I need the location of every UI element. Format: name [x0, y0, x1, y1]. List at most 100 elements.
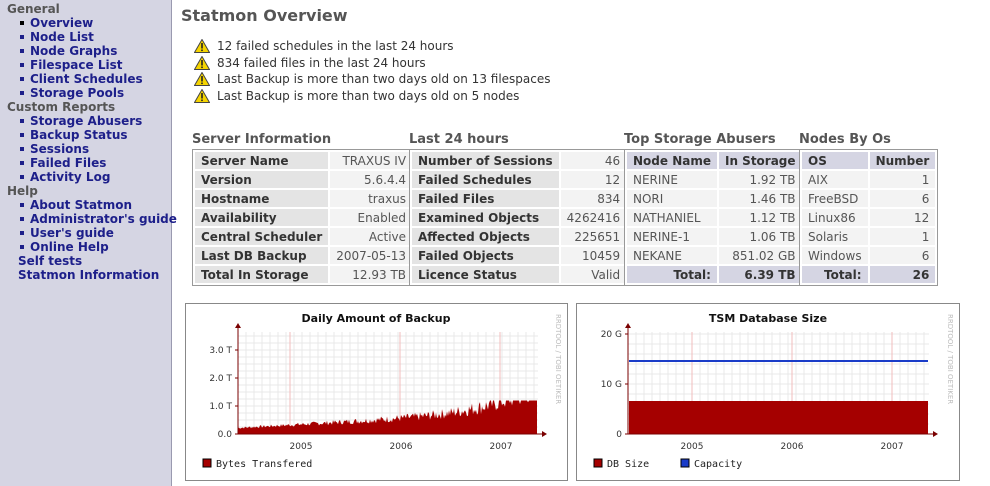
nav-item-overview[interactable]: Overview	[7, 16, 143, 30]
row-label: FreeBSD	[802, 190, 868, 207]
nav-item-node-graphs[interactable]: Node Graphs	[7, 44, 143, 58]
row-label: Examined Objects	[412, 209, 559, 226]
row-value: 6	[869, 190, 936, 207]
table-row: Central Scheduler Active	[195, 228, 413, 245]
nav-link-overview[interactable]: Overview	[30, 16, 93, 30]
table-row: FreeBSD 6	[802, 190, 936, 207]
nav-item-backup-status[interactable]: Backup Status	[7, 128, 142, 142]
nav-link-statmon-information[interactable]: Statmon Information	[18, 268, 159, 282]
alert-item: 12 failed schedules in the last 24 hours	[193, 38, 551, 55]
nav-group-help: Help About Statmon Administrator's guide U…	[7, 184, 177, 254]
nav-link-sessions[interactable]: Sessions	[30, 142, 89, 156]
warning-icon	[194, 39, 210, 53]
row-label: NERINE	[627, 171, 717, 188]
row-label: Failed Files	[412, 190, 559, 207]
table-header-row: OS Number	[802, 152, 936, 169]
last-24-hours-table: Number of Sessions 46 Failed Schedules 12 Fa…	[409, 149, 630, 286]
last-24-hours-panel: Last 24 hours Number of Sessions 46 Failed…	[409, 133, 630, 286]
table-row: Examined Objects 4262416	[412, 209, 627, 226]
nav-link-online-help[interactable]: Online Help	[30, 240, 109, 254]
total-value: 26	[869, 266, 936, 283]
nav-item-client-schedules[interactable]: Client Schedules	[7, 72, 143, 86]
nav-link-administrator-s-guide[interactable]: Administrator's guide	[30, 212, 177, 226]
nav-item-failed-files[interactable]: Failed Files	[7, 156, 142, 170]
nav-link-client-schedules[interactable]: Client Schedules	[30, 72, 143, 86]
column-header: In Storage	[718, 152, 802, 169]
nav-item-node-list[interactable]: Node List	[7, 30, 143, 44]
row-label: Number of Sessions	[412, 152, 559, 169]
table-row: Failed Schedules 12	[412, 171, 627, 188]
nav-link-filespace-list[interactable]: Filespace List	[30, 58, 122, 72]
row-value: 1.92 TB	[718, 171, 802, 188]
y-tick-label: 0	[616, 430, 622, 440]
tsm-database-size-chart-title: TSM Database Size	[709, 312, 827, 325]
nodes-by-os-title: Nodes By Os	[799, 132, 891, 147]
nav-item-online-help[interactable]: Online Help	[7, 240, 177, 254]
tsm-database-size-chart: TSM Database Size RRDTOOL / TOBI OETIKER…	[593, 312, 954, 470]
bullet-icon	[20, 175, 24, 179]
nav-group-label-general: General	[7, 2, 60, 16]
row-label: NEKANE	[627, 247, 717, 264]
bullet-icon	[20, 147, 24, 151]
row-value: 1.06 TB	[718, 228, 802, 245]
table-row: Hostname traxus	[195, 190, 413, 207]
bytes-transfered-legend-label: Bytes Transfered	[216, 459, 312, 470]
row-label: Licence Status	[412, 266, 559, 283]
db-size-legend-swatch	[593, 458, 603, 468]
tsm-database-size-x-ticks: 2005 2006 2007	[681, 442, 904, 452]
tsm-database-size-graph: TSM Database Size RRDTOOL / TOBI OETIKER…	[576, 303, 960, 481]
nav-item-filespace-list[interactable]: Filespace List	[7, 58, 143, 72]
bullet-icon	[20, 245, 24, 249]
table-row: Solaris 1	[802, 228, 936, 245]
row-value: 12	[869, 209, 936, 226]
table-row: NATHANIEL 1.12 TB	[627, 209, 802, 226]
column-header: Node Name	[627, 152, 717, 169]
nav-link-failed-files[interactable]: Failed Files	[30, 156, 106, 170]
row-value: 1	[869, 171, 936, 188]
row-label: Last DB Backup	[195, 247, 329, 264]
nav-link-user-s-guide[interactable]: User's guide	[30, 226, 114, 240]
nav-item-sessions[interactable]: Sessions	[7, 142, 142, 156]
table-row: Server Name TRAXUS IV	[195, 152, 413, 169]
row-label: AIX	[802, 171, 868, 188]
y-tick-label: 0.0	[218, 430, 233, 440]
bullet-icon	[20, 231, 24, 235]
daily-backup-y-ticks: 3.0 T 2.0 T 1.0 T 0.0	[209, 346, 238, 440]
top-storage-abusers-panel: Top Storage Abusers Node Name In Storage N…	[624, 133, 805, 286]
total-label: Total:	[627, 266, 717, 283]
top-storage-abusers-table: Node Name In Storage NERINE 1.92 TB NORI 1.46…	[624, 149, 805, 286]
nav-link-storage-abusers[interactable]: Storage Abusers	[30, 114, 142, 128]
table-row: Windows 6	[802, 247, 936, 264]
nav-link-node-list[interactable]: Node List	[30, 30, 94, 44]
row-value: 834	[560, 190, 627, 207]
row-label: Solaris	[802, 228, 868, 245]
nav-link-node-graphs[interactable]: Node Graphs	[30, 44, 117, 58]
nav-link-self-tests[interactable]: Self tests	[18, 254, 82, 268]
nav-item-storage-pools[interactable]: Storage Pools	[7, 86, 143, 100]
nav-item-about-statmon[interactable]: About Statmon	[7, 198, 177, 212]
nav-item-administrator-s-guide[interactable]: Administrator's guide	[7, 212, 177, 226]
column-header: Number	[869, 152, 936, 169]
nodes-by-os-table: OS Number AIX 1 FreeBSD 6 Linux86 12 Solaris 1 Win…	[799, 149, 939, 286]
row-label: Failed Schedules	[412, 171, 559, 188]
db-size-area	[629, 401, 928, 434]
rrdtool-watermark: RRDTOOL / TOBI OETIKER	[554, 314, 562, 404]
row-value: 1	[869, 228, 936, 245]
row-label: Total In Storage	[195, 266, 329, 283]
x-tick-label: 2006	[781, 442, 804, 452]
nav-statmon-information: Statmon Information	[7, 268, 159, 282]
row-value: 10459	[560, 247, 627, 264]
top-storage-abusers-title: Top Storage Abusers	[624, 132, 776, 147]
nav-link-backup-status[interactable]: Backup Status	[30, 128, 128, 142]
alert-text: 12 failed schedules in the last 24 hours	[217, 39, 454, 53]
row-value: 225651	[560, 228, 627, 245]
nav-item-activity-log[interactable]: Activity Log	[7, 170, 142, 184]
nav-item-user-s-guide[interactable]: User's guide	[7, 226, 177, 240]
nav-item-storage-abusers[interactable]: Storage Abusers	[7, 114, 142, 128]
table-row: Version 5.6.4.4	[195, 171, 413, 188]
warning-icon	[194, 55, 210, 70]
nav-group-label-custom-reports: Custom Reports	[7, 100, 116, 114]
nav-link-storage-pools[interactable]: Storage Pools	[30, 86, 124, 100]
nav-link-activity-log[interactable]: Activity Log	[30, 170, 110, 184]
nav-link-about-statmon[interactable]: About Statmon	[30, 198, 132, 212]
